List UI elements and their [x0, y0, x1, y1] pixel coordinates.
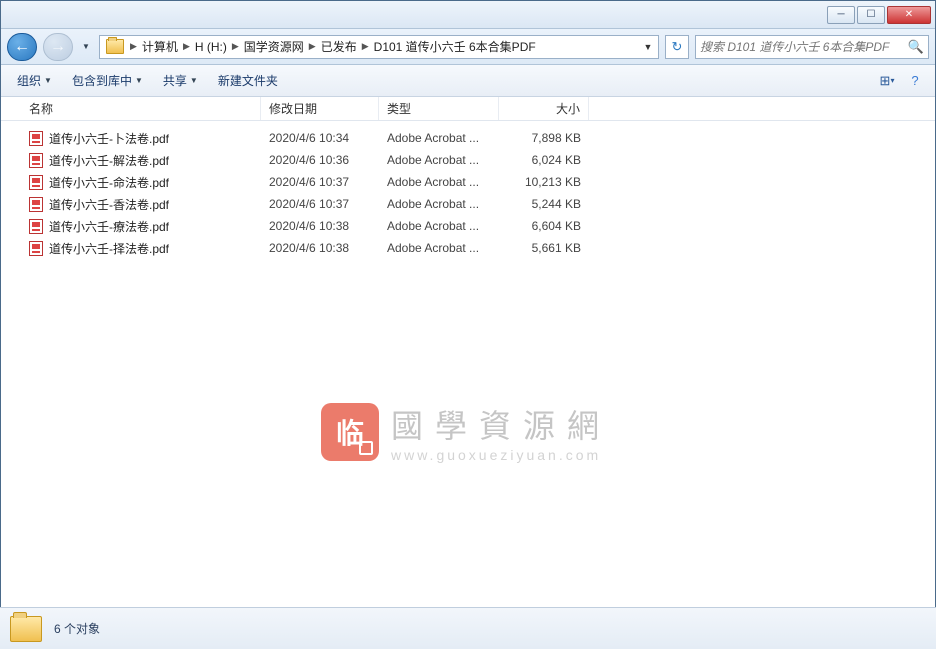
file-size: 7,898 KB [499, 131, 589, 145]
help-button[interactable]: ? [903, 69, 927, 93]
nav-forward-button[interactable]: → [43, 33, 73, 61]
pdf-icon [29, 153, 43, 168]
titlebar: ─ ☐ ✕ [1, 1, 935, 29]
view-options-button[interactable]: ⊞▾ [875, 69, 899, 93]
file-row[interactable]: 道传小六壬-解法卷.pdf 2020/4/6 10:36Adobe Acrobat… [1, 149, 935, 171]
folder-icon [106, 39, 124, 54]
file-size: 6,024 KB [499, 153, 589, 167]
pdf-icon [29, 219, 43, 234]
pdf-icon [29, 197, 43, 212]
search-box[interactable]: 🔍 [695, 35, 929, 59]
pdf-icon [29, 175, 43, 190]
file-name: 道传小六壬-命法卷.pdf [49, 174, 169, 191]
column-name[interactable]: 名称 [1, 97, 261, 120]
watermark-url: www.guoxueziyuan.com [391, 447, 611, 463]
file-date: 2020/4/6 10:36 [261, 153, 379, 167]
organize-menu[interactable]: 组织▼ [9, 68, 60, 93]
chevron-down-icon: ▼ [190, 76, 198, 85]
status-text: 6 个对象 [54, 620, 100, 637]
file-name: 道传小六壬-择法卷.pdf [49, 240, 169, 257]
window-controls: ─ ☐ ✕ [827, 6, 931, 24]
share-menu[interactable]: 共享▼ [155, 68, 206, 93]
watermark: 临 國學資源網 www.guoxueziyuan.com [321, 401, 611, 463]
column-date[interactable]: 修改日期 [261, 97, 379, 120]
file-date: 2020/4/6 10:34 [261, 131, 379, 145]
pdf-icon [29, 131, 43, 146]
file-size: 6,604 KB [499, 219, 589, 233]
file-row[interactable]: 道传小六壬-命法卷.pdf 2020/4/6 10:37Adobe Acrobat… [1, 171, 935, 193]
file-type: Adobe Acrobat ... [379, 219, 499, 233]
file-size: 10,213 KB [499, 175, 589, 189]
file-date: 2020/4/6 10:38 [261, 241, 379, 255]
file-row[interactable]: 道传小六壬-卜法卷.pdf 2020/4/6 10:34Adobe Acrobat… [1, 127, 935, 149]
search-icon: 🔍 [908, 39, 924, 55]
file-type: Adobe Acrobat ... [379, 131, 499, 145]
file-type: Adobe Acrobat ... [379, 197, 499, 211]
organize-label: 组织 [17, 72, 41, 89]
file-type: Adobe Acrobat ... [379, 175, 499, 189]
file-name: 道传小六壬-療法卷.pdf [49, 218, 169, 235]
navigation-bar: ← → ▼ ▶ 计算机 ▶ H (H:) ▶ 国学资源网 ▶ 已发布 ▶ D10… [1, 29, 935, 65]
breadcrumb-item[interactable]: H (H:) [192, 40, 230, 54]
breadcrumb-item[interactable]: 国学资源网 [241, 38, 307, 55]
minimize-button[interactable]: ─ [827, 6, 855, 24]
chevron-right-icon: ▶ [307, 41, 318, 52]
status-bar: 6 个对象 [0, 607, 936, 649]
nav-back-button[interactable]: ← [7, 33, 37, 61]
file-name: 道传小六壬-香法卷.pdf [49, 196, 169, 213]
pdf-icon [29, 241, 43, 256]
include-label: 包含到库中 [72, 72, 132, 89]
file-type: Adobe Acrobat ... [379, 241, 499, 255]
file-size: 5,244 KB [499, 197, 589, 211]
close-button[interactable]: ✕ [887, 6, 931, 24]
file-date: 2020/4/6 10:37 [261, 197, 379, 211]
file-row[interactable]: 道传小六壬-择法卷.pdf 2020/4/6 10:38Adobe Acrobat… [1, 237, 935, 259]
column-type[interactable]: 类型 [379, 97, 499, 120]
breadcrumb-item[interactable]: 已发布 [318, 38, 360, 55]
chevron-right-icon: ▶ [128, 41, 139, 52]
address-dropdown[interactable]: ▼ [640, 42, 656, 52]
column-size[interactable]: 大小 [499, 97, 589, 120]
file-list: 临 國學資源網 www.guoxueziyuan.com 道传小六壬-卜法卷.p… [1, 121, 935, 265]
folder-icon [10, 616, 42, 642]
watermark-title: 國學資源網 [391, 401, 611, 447]
chevron-right-icon: ▶ [360, 41, 371, 52]
breadcrumb-item[interactable]: D101 道传小六壬 6本合集PDF [371, 38, 539, 55]
file-size: 5,661 KB [499, 241, 589, 255]
share-label: 共享 [163, 72, 187, 89]
toolbar: 组织▼ 包含到库中▼ 共享▼ 新建文件夹 ⊞▾ ? [1, 65, 935, 97]
file-row[interactable]: 道传小六壬-療法卷.pdf 2020/4/6 10:38Adobe Acrobat… [1, 215, 935, 237]
nav-history-dropdown[interactable]: ▼ [79, 33, 93, 61]
chevron-down-icon: ▼ [135, 76, 143, 85]
address-bar[interactable]: ▶ 计算机 ▶ H (H:) ▶ 国学资源网 ▶ 已发布 ▶ D101 道传小六… [99, 35, 659, 59]
column-header: 名称 修改日期 类型 大小 [1, 97, 935, 121]
file-name: 道传小六壬-卜法卷.pdf [49, 130, 169, 147]
maximize-button[interactable]: ☐ [857, 6, 885, 24]
include-library-menu[interactable]: 包含到库中▼ [64, 68, 151, 93]
breadcrumb-item[interactable]: 计算机 [139, 38, 181, 55]
chevron-right-icon: ▶ [181, 41, 192, 52]
newfolder-label: 新建文件夹 [218, 72, 278, 89]
chevron-right-icon: ▶ [230, 41, 241, 52]
file-date: 2020/4/6 10:37 [261, 175, 379, 189]
file-date: 2020/4/6 10:38 [261, 219, 379, 233]
file-row[interactable]: 道传小六壬-香法卷.pdf 2020/4/6 10:37Adobe Acrobat… [1, 193, 935, 215]
file-type: Adobe Acrobat ... [379, 153, 499, 167]
chevron-down-icon: ▼ [44, 76, 52, 85]
watermark-logo: 临 [321, 403, 379, 461]
file-name: 道传小六壬-解法卷.pdf [49, 152, 169, 169]
search-input[interactable] [700, 40, 908, 54]
new-folder-button[interactable]: 新建文件夹 [210, 68, 286, 93]
refresh-button[interactable]: ↻ [665, 35, 689, 59]
